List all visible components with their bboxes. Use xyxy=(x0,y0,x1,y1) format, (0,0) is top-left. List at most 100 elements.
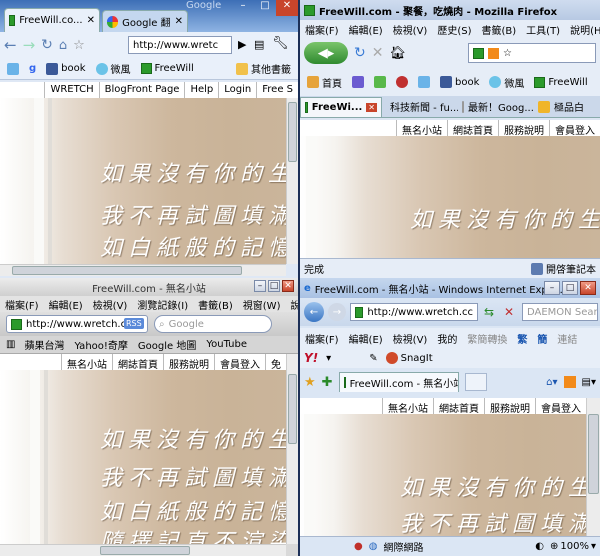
vertical-scrollbar[interactable] xyxy=(286,98,298,264)
nav-link[interactable]: 網誌首頁 xyxy=(447,120,498,136)
star-icon[interactable]: ☆ xyxy=(73,38,85,53)
safari-window-controls[interactable]: – □ ✕ xyxy=(254,280,294,292)
menu-item[interactable]: 連結 xyxy=(552,331,582,346)
close-icon[interactable]: ✕ xyxy=(175,16,183,27)
scroll-thumb[interactable] xyxy=(288,374,297,444)
bookmark-item[interactable]: book xyxy=(41,62,90,75)
page-icon[interactable]: ▤ xyxy=(254,38,264,51)
nav-link[interactable]: 免 xyxy=(265,354,286,370)
maximize-icon[interactable]: □ xyxy=(254,0,276,16)
star-icon[interactable]: ☆ xyxy=(503,48,512,59)
maximize-icon[interactable]: □ xyxy=(562,281,578,295)
bookmark-item[interactable]: 微風 xyxy=(484,75,529,90)
refresh-icon[interactable]: ⇆ xyxy=(484,305,494,319)
close-icon[interactable]: ✕ xyxy=(366,102,377,112)
maximize-icon[interactable]: □ xyxy=(268,280,280,292)
add-favorite-icon[interactable]: ✚ xyxy=(322,375,333,390)
notebook-status[interactable]: 開啓筆記本 xyxy=(531,261,596,276)
firefox-tab[interactable]: 最新！Goog... xyxy=(458,97,534,117)
bookmark-item[interactable] xyxy=(369,76,391,88)
back-icon[interactable]: ← xyxy=(4,36,17,54)
safari-search-field[interactable]: ⌕ Google xyxy=(154,315,272,333)
menu-item[interactable]: 歷史(S) xyxy=(432,22,476,37)
minimize-icon[interactable]: – xyxy=(232,0,254,16)
bookmark-item[interactable]: Google 地圖 xyxy=(133,337,201,352)
bookmark-item[interactable]: FreeWill xyxy=(136,63,199,74)
vertical-scrollbar[interactable] xyxy=(286,354,298,544)
nav-link[interactable]: 會員登入 xyxy=(549,120,600,136)
zoom-control[interactable]: ⊕ 100% ▾ xyxy=(550,541,596,552)
bookmark-item[interactable]: Yahoo!奇摩 xyxy=(69,337,132,352)
reload-icon[interactable]: ↻ xyxy=(41,37,53,53)
menu-item[interactable]: 檢視(V) xyxy=(388,22,433,37)
bookmark-item[interactable] xyxy=(391,76,413,88)
bookmark-item[interactable]: 微風 xyxy=(91,61,136,76)
yahoo-icon[interactable]: Y! xyxy=(304,351,318,365)
back-icon[interactable]: ← xyxy=(304,302,324,322)
menu-item[interactable]: 編輯(E) xyxy=(344,22,388,37)
rss-icon[interactable] xyxy=(488,47,499,59)
horizontal-scrollbar[interactable] xyxy=(0,544,286,556)
vertical-scrollbar[interactable] xyxy=(586,398,600,536)
chrome-window-controls[interactable]: – □ ✕ xyxy=(232,0,298,16)
nav-link[interactable]: WRETCH xyxy=(44,82,98,98)
bookmark-item[interactable] xyxy=(347,76,369,88)
ie-window-controls[interactable]: – □ ✕ xyxy=(544,281,596,295)
nav-link[interactable]: 會員登入 xyxy=(214,354,265,370)
menu-item[interactable]: 瀏覽記錄(I) xyxy=(132,297,193,312)
menu-item[interactable]: 檔案(F) xyxy=(300,331,344,346)
stop-icon[interactable]: ✕ xyxy=(504,305,514,319)
pencil-icon[interactable]: ✎ xyxy=(369,353,377,364)
scroll-thumb[interactable] xyxy=(288,102,297,162)
bookmark-item[interactable]: g xyxy=(24,63,41,74)
bookmark-item[interactable]: book xyxy=(435,76,484,88)
menu-item[interactable]: 檢視(V) xyxy=(388,331,433,346)
minimize-icon[interactable]: – xyxy=(544,281,560,295)
firefox-tab[interactable]: 科技新聞 - fu... xyxy=(382,97,458,117)
stop-icon[interactable]: ✕ xyxy=(372,45,384,61)
ie-tab-active[interactable]: FreeWill.com - 無名小站 xyxy=(338,372,459,392)
menu-item[interactable]: 檔案(F) xyxy=(0,297,44,312)
menu-item[interactable]: 編輯(E) xyxy=(344,331,388,346)
bookmarks-icon[interactable]: ▥ xyxy=(2,339,19,350)
menu-item[interactable]: 繁 xyxy=(512,331,532,346)
bookmark-item[interactable]: FreeWill xyxy=(529,76,592,88)
scroll-thumb[interactable] xyxy=(12,266,242,275)
nav-link[interactable]: 服務說明 xyxy=(484,398,535,414)
nav-link[interactable]: 無名小站 xyxy=(382,398,433,414)
print-icon[interactable]: ▤▾ xyxy=(582,377,596,388)
snagit-button[interactable]: SnagIt xyxy=(385,352,433,364)
menu-item[interactable]: 說明(H) xyxy=(285,297,298,312)
home-icon[interactable]: 🏠︎ xyxy=(389,46,406,61)
nav-link[interactable]: 網誌首頁 xyxy=(112,354,163,370)
menu-item[interactable]: 繁簡轉換 xyxy=(462,331,512,346)
menu-item[interactable]: 說明(H) xyxy=(565,22,600,37)
menu-item[interactable]: 檔案(F) xyxy=(300,22,344,37)
bookmark-item[interactable]: YouTube xyxy=(201,339,252,350)
chrome-tab-2[interactable]: Google 翻 ✕ xyxy=(102,10,188,32)
nav-link[interactable]: Login xyxy=(218,82,256,98)
reload-icon[interactable]: ↻ xyxy=(354,45,366,61)
ie-address-bar[interactable]: http://www.wretch.cc xyxy=(350,303,478,321)
bookmark-item[interactable] xyxy=(413,76,435,88)
menu-item[interactable]: 編輯(E) xyxy=(44,297,88,312)
nav-link[interactable]: 服務說明 xyxy=(163,354,214,370)
close-icon[interactable]: ✕ xyxy=(282,280,294,292)
home-icon[interactable]: ⌂▾ xyxy=(546,377,557,388)
nav-link[interactable]: 服務說明 xyxy=(498,120,549,136)
nav-link[interactable]: 無名小站 xyxy=(61,354,112,370)
rss-icon[interactable] xyxy=(563,376,576,388)
minimize-icon[interactable]: – xyxy=(254,280,266,292)
bookmark-item[interactable] xyxy=(2,62,24,75)
menu-item[interactable]: 書籤(B) xyxy=(193,297,238,312)
menu-item[interactable]: 工具(T) xyxy=(521,22,565,37)
nav-link[interactable]: 網誌首頁 xyxy=(433,398,484,414)
nav-link[interactable]: Free S xyxy=(256,82,298,98)
firefox-tab[interactable]: 極品白 xyxy=(534,97,594,117)
favorites-star-icon[interactable]: ★ xyxy=(304,375,316,390)
nav-link[interactable]: 會員登入 xyxy=(535,398,586,414)
menu-item[interactable]: 書籤(B) xyxy=(477,22,522,37)
close-icon[interactable]: ✕ xyxy=(87,15,95,26)
firefox-address-bar[interactable]: ☆ xyxy=(468,43,596,63)
new-tab-icon[interactable] xyxy=(464,373,487,391)
